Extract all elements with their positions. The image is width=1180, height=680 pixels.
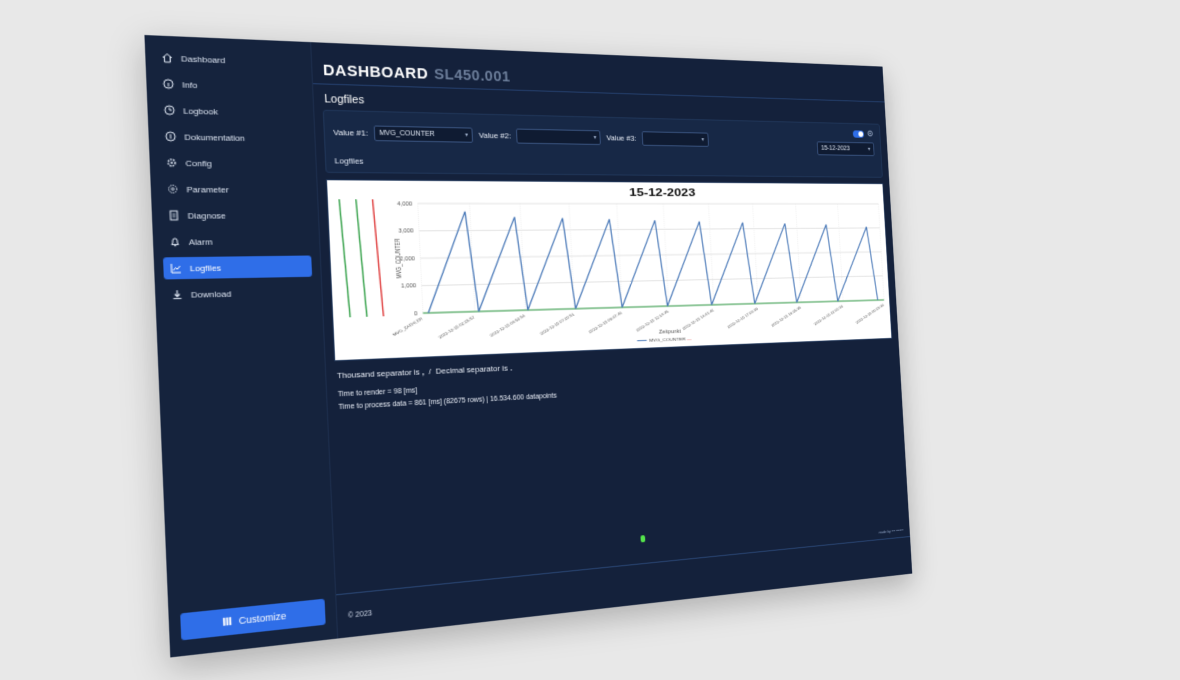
value3-label: Value #3: <box>606 133 637 143</box>
status-indicator <box>640 535 646 543</box>
logfile-chart: 15-12-20234,0003,0002,0001,0000MVG_COUNT… <box>327 186 891 360</box>
sidebar-item-config[interactable]: Config <box>159 152 308 175</box>
customize-button[interactable]: Customize <box>180 598 326 641</box>
gridline-y <box>420 252 881 258</box>
value1-selected: MVG_COUNTER <box>379 129 435 139</box>
sidebar-item-label: Logbook <box>182 105 219 117</box>
sidebar-item-label: Dashboard <box>180 53 226 65</box>
gridline-y <box>419 228 880 231</box>
baseline-line <box>423 300 884 313</box>
sidebar-item-label: Alarm <box>188 236 213 247</box>
theme-toggle[interactable] <box>852 130 865 138</box>
x-axis-label: Zeitpunkt <box>659 329 682 335</box>
x-tick-label: 2023-12-15 19:35:36 <box>770 305 803 328</box>
chart-title: 15-12-2023 <box>629 186 696 198</box>
x-tick-label: 2023-12-15 12:14:45 <box>635 309 670 333</box>
date-picker[interactable]: 15-12-2023 ▾ <box>816 141 875 157</box>
value2-label: Value #2: <box>478 130 512 141</box>
value2-select[interactable]: ▾ <box>516 128 602 146</box>
settings-icon[interactable] <box>867 130 874 139</box>
device-id: SL450.001 <box>433 65 511 86</box>
chart-container: 15-12-2023 4,000 3,000 2,000 1,000 0 MVG_COUNT… <box>325 179 893 362</box>
date-value: 15-12-2023 <box>820 145 850 153</box>
x-tick-label: 2023-12-15 04:53:54 <box>488 313 526 338</box>
sidebar-item-download[interactable]: Download <box>164 281 313 306</box>
sidebar-item-dashboard[interactable]: Dashboard <box>154 46 303 73</box>
chevron-down-icon: ▾ <box>464 132 469 139</box>
gear-icon <box>166 157 178 168</box>
sidebar-item-info[interactable]: Info <box>155 73 304 99</box>
app-window: Dashboard Info Logbook Dokumentation Config P… <box>144 35 913 658</box>
main-content: DASHBOARD SL450.001 Logfiles Value #1: M… <box>311 42 912 638</box>
decimal-value: . <box>509 363 513 373</box>
value3-select[interactable]: ▾ <box>641 131 709 147</box>
sidebar-item-diagnose[interactable]: Diagnose <box>161 204 310 226</box>
section-title: Logfiles <box>334 156 364 166</box>
sidebar-item-logfiles[interactable]: Logfiles <box>162 255 313 280</box>
sidebar: Dashboard Info Logbook Dokumentation Config P… <box>144 35 339 658</box>
sidebar-item-dokumentation[interactable]: Dokumentation <box>157 125 306 149</box>
y-tick-label: 4,000 <box>397 202 413 208</box>
sidebar-item-label: Config <box>185 157 212 169</box>
download-icon <box>171 289 183 300</box>
x-tick-label: 2023-12-15 09:47:48 <box>587 310 623 334</box>
value1-select[interactable]: MVG_COUNTER ▾ <box>373 125 474 143</box>
decimal-label: Decimal separator is <box>435 363 508 376</box>
sidebar-item-label: Info <box>181 79 198 90</box>
status-bar-green <box>339 199 350 317</box>
bell-icon <box>169 236 181 247</box>
value1-label: Value #1: <box>333 127 369 138</box>
sidebar-item-parameter[interactable]: Parameter <box>160 178 309 200</box>
customize-label: Customize <box>238 610 287 627</box>
sidebar-item-label: Diagnose <box>187 210 227 221</box>
sidebar-item-label: Download <box>190 288 232 300</box>
thousand-value: , <box>421 367 425 377</box>
chevron-down-icon: ▾ <box>593 135 597 142</box>
app-title: DASHBOARD <box>322 61 429 83</box>
x-tick-label: 2023-12-15 17:08:39 <box>726 306 760 329</box>
clock-icon <box>163 105 175 116</box>
credit-link[interactable]: made by ••• ••••••• <box>879 527 904 534</box>
sidebar-nav: Dashboard Info Logbook Dokumentation Config P… <box>145 46 322 306</box>
status-bar-green <box>356 199 367 317</box>
separator-divider: / <box>428 366 432 377</box>
book-icon <box>165 131 177 142</box>
document-icon <box>168 210 180 221</box>
series-line-mvg-counter <box>423 211 877 313</box>
sidebar-item-label: Dokumentation <box>184 131 245 143</box>
y-tick-label: 3,000 <box>398 229 414 235</box>
x-tick-label: 2023-12-16 00:29:30 <box>854 302 885 324</box>
sidebar-item-logbook[interactable]: Logbook <box>156 99 305 124</box>
x-tick-label: 2023-12-15 07:20:51 <box>539 311 576 335</box>
toggle-group <box>852 129 874 139</box>
sliders-icon <box>167 184 179 195</box>
sidebar-item-alarm[interactable]: Alarm <box>162 230 311 253</box>
calendar-icon: ▾ <box>867 146 871 153</box>
home-icon <box>161 52 173 63</box>
x-tick-label: 2023-12-15 22:02:33 <box>813 304 845 326</box>
y-tick-label: 1,000 <box>401 284 417 290</box>
sidebar-item-label: Parameter <box>186 184 229 195</box>
footer: © 2023 <box>336 537 912 639</box>
y-tick-label: 0 <box>414 312 418 318</box>
x-tick-label: 2023-12-15 14:41:42 <box>681 307 715 330</box>
legend-label: — <box>687 337 692 342</box>
chevron-down-icon: ▾ <box>701 137 705 144</box>
copyright: © 2023 <box>347 609 373 620</box>
customize-icon <box>222 615 233 628</box>
y-axis-label: MVG_COUNTER <box>394 238 403 278</box>
date-controls: 15-12-2023 ▾ <box>816 129 875 157</box>
chart-icon <box>170 263 182 274</box>
thousand-label: Thousand separator is <box>336 367 421 381</box>
info-icon <box>162 78 174 89</box>
status-bar-red <box>373 199 384 316</box>
sidebar-item-label: Logfiles <box>189 262 222 273</box>
x-tick-label: 2023-12-15 02:26:57 <box>437 314 477 339</box>
legend-label: MVG_COUNTER <box>649 337 687 343</box>
x-tick-label: MVG_ZAEHLER <box>391 316 424 337</box>
